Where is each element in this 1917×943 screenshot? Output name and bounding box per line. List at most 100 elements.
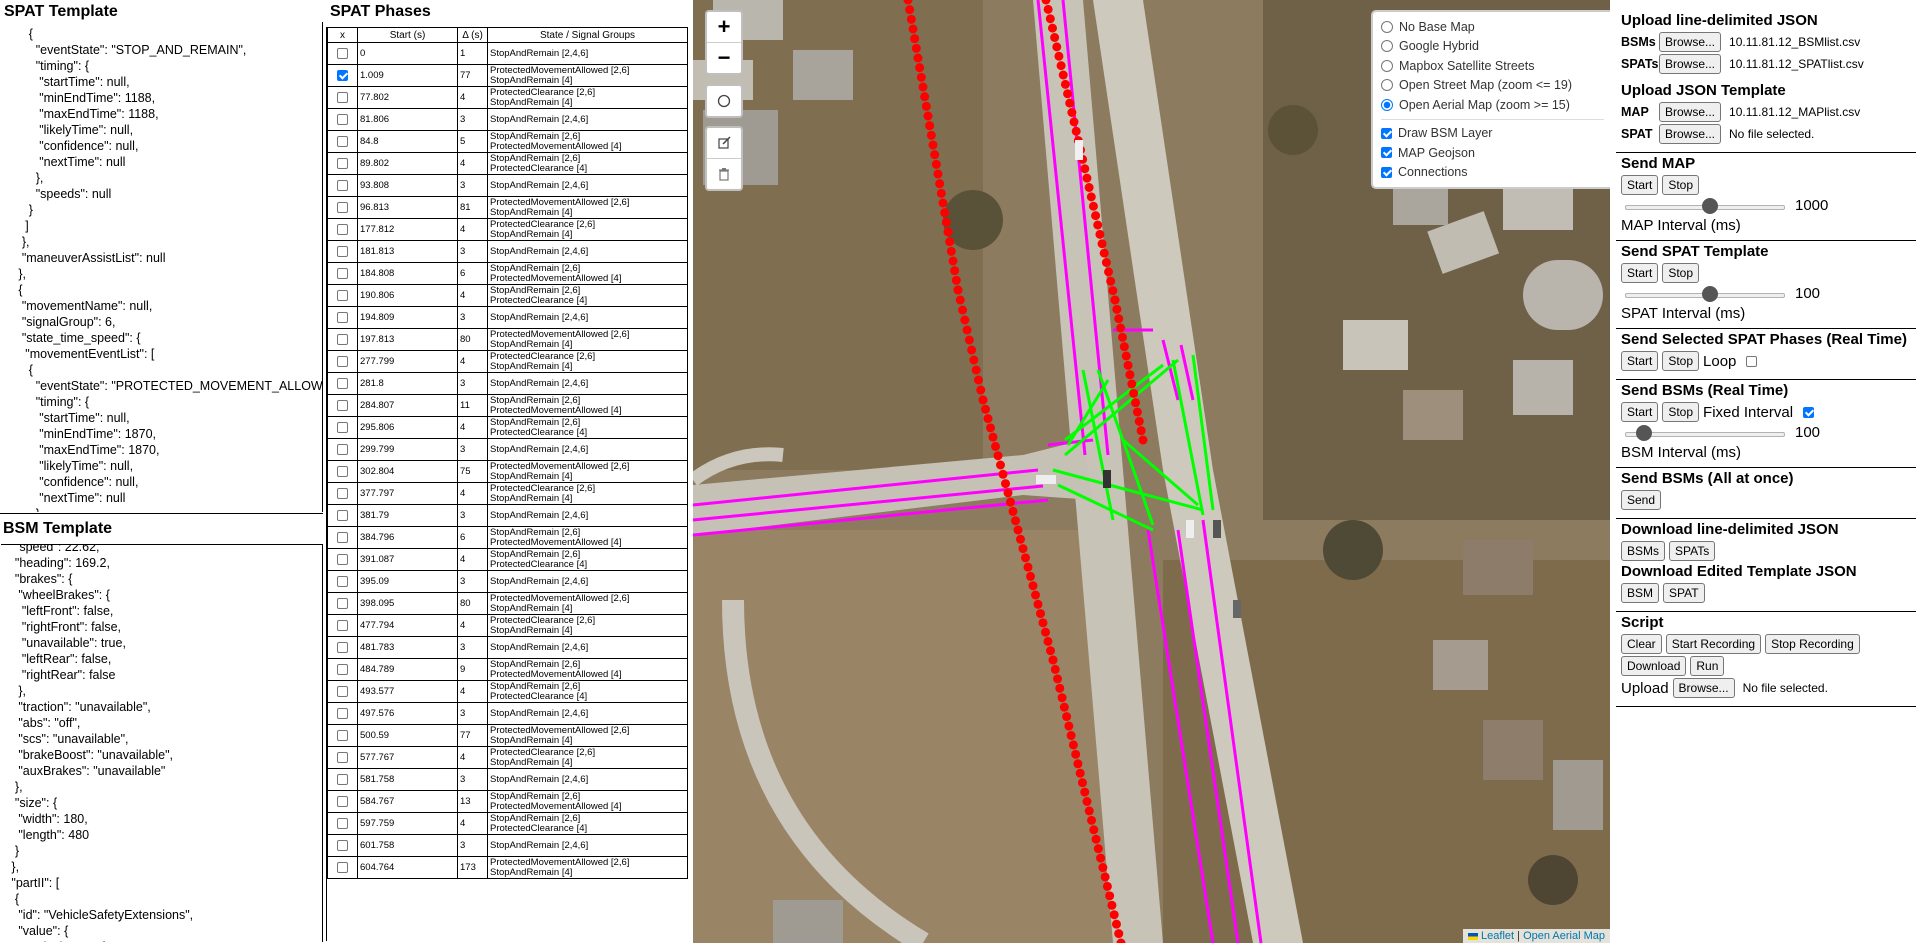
bsm-point[interactable] (1084, 806, 1094, 816)
fixed-interval-checkbox[interactable] (1803, 406, 1815, 418)
table-row[interactable]: 604.764 173 ProtectedMovementAllowed [2,6]… (327, 856, 688, 879)
bsm-point[interactable] (991, 441, 1000, 451)
start-cell[interactable]: 299.799 (357, 438, 458, 461)
delta-cell[interactable]: 80 (457, 328, 488, 351)
delta-cell[interactable]: 3 (457, 306, 488, 329)
bsm-point[interactable] (1088, 201, 1098, 211)
bsm-point[interactable] (953, 285, 963, 295)
bsm-point[interactable] (1021, 553, 1030, 563)
table-row[interactable]: 190.806 4 StopAndRemain [2,6] ProtectedCle… (327, 284, 688, 307)
bsm-point[interactable] (1075, 768, 1085, 778)
start-cell[interactable]: 497.576 (357, 702, 458, 725)
zoom-out-button[interactable]: − (707, 42, 741, 73)
bsm-point[interactable] (940, 208, 950, 218)
spat-interval-slider[interactable] (1625, 285, 1785, 302)
bsm-point[interactable] (998, 469, 1008, 479)
row-select-checkbox[interactable] (337, 399, 348, 411)
script-download-button[interactable]: Download (1621, 656, 1687, 676)
bsm-point[interactable] (1082, 173, 1092, 183)
start-cell[interactable]: 295.806 (357, 416, 458, 439)
delta-cell[interactable]: 3 (457, 174, 488, 197)
row-select-checkbox[interactable] (337, 245, 348, 257)
base-layer-radio[interactable] (1381, 59, 1393, 72)
base-layer-option[interactable]: Mapbox Satellite Streets (1381, 56, 1604, 76)
bsm-point[interactable] (1116, 323, 1126, 333)
base-layer-option[interactable]: Open Street Map (zoom <= 19) (1381, 76, 1604, 96)
overlay-layer-option[interactable]: MAP Geojson (1381, 143, 1604, 163)
bsm-point[interactable] (1050, 33, 1060, 42)
table-row[interactable]: 81.806 3 StopAndRemain [2,4,6] (327, 108, 688, 131)
bsm-point[interactable] (1129, 388, 1139, 398)
bsm-point[interactable] (1123, 360, 1133, 370)
start-cell[interactable]: 604.764 (357, 856, 458, 879)
table-row[interactable]: 377.797 4 ProtectedClearance [2,6] StopAnd… (327, 482, 688, 505)
bsm-point[interactable] (948, 256, 958, 266)
base-layer-radio[interactable] (1381, 79, 1393, 92)
table-row[interactable]: 184.808 6 StopAndRemain [2,6] ProtectedMov… (327, 262, 688, 285)
delta-cell[interactable]: 9 (457, 658, 488, 681)
send-bsms-start-button[interactable]: Start (1621, 402, 1659, 422)
start-cell[interactable]: 481.783 (357, 636, 458, 659)
bsm-point[interactable] (906, 14, 916, 24)
bsm-point[interactable] (955, 295, 965, 305)
stop-recording-button[interactable]: Stop Recording (1765, 634, 1860, 654)
bsm-point[interactable] (1054, 51, 1064, 61)
bsm-point[interactable] (1036, 609, 1045, 619)
bsm-point[interactable] (1105, 891, 1115, 901)
bsm-point[interactable] (969, 355, 979, 365)
bsm-point[interactable] (978, 395, 988, 405)
row-select-checkbox[interactable] (337, 861, 348, 873)
bsm-point[interactable] (1028, 581, 1038, 591)
table-row[interactable]: 597.759 4 StopAndRemain [2,6] ProtectedCle… (327, 812, 688, 835)
row-select-checkbox[interactable] (337, 663, 348, 675)
row-select-checkbox[interactable] (337, 377, 348, 389)
bsm-point[interactable] (986, 423, 995, 433)
delta-cell[interactable]: 13 (457, 790, 488, 813)
bsm-point[interactable] (1041, 627, 1050, 637)
row-select-checkbox[interactable] (337, 179, 348, 191)
start-cell[interactable]: 194.809 (357, 306, 458, 329)
row-select-checkbox[interactable] (337, 619, 348, 631)
delta-cell[interactable]: 5 (457, 130, 488, 153)
bsm-point[interactable] (938, 198, 948, 208)
row-select-checkbox[interactable] (337, 773, 348, 785)
map-browse-button[interactable]: Browse... (1659, 102, 1722, 122)
bsm-point[interactable] (930, 150, 940, 160)
base-layer-option[interactable]: Open Aerial Map (zoom >= 15) (1381, 95, 1604, 115)
row-select-checkbox[interactable] (337, 817, 348, 829)
bsm-point[interactable] (1099, 248, 1109, 258)
delta-cell[interactable]: 3 (457, 438, 488, 461)
table-row[interactable]: 1.009 77 ProtectedMovementAllowed [2,6] St… (327, 64, 688, 87)
overlay-layer-option[interactable]: Connections (1381, 163, 1604, 183)
send-spat-start-button[interactable]: Start (1621, 263, 1659, 283)
row-select-checkbox[interactable] (337, 465, 348, 477)
bsm-point[interactable] (1095, 229, 1105, 239)
delta-cell[interactable]: 3 (457, 702, 488, 725)
delta-cell[interactable]: 6 (457, 526, 488, 549)
bsm-point[interactable] (1050, 664, 1060, 674)
row-select-checkbox[interactable] (337, 289, 348, 301)
download-bsm-template-button[interactable]: BSM (1621, 583, 1660, 603)
delta-cell[interactable]: 3 (457, 768, 488, 791)
bsm-point[interactable] (925, 121, 935, 131)
start-cell[interactable]: 93.808 (357, 174, 458, 197)
bsm-point[interactable] (1056, 61, 1066, 71)
bsm-point[interactable] (935, 179, 945, 189)
bsm-point[interactable] (971, 365, 981, 375)
bsm-point[interactable] (1101, 258, 1111, 267)
bsm-point[interactable] (1132, 407, 1142, 417)
start-cell[interactable]: 477.794 (357, 614, 458, 637)
overlay-layer-checkbox[interactable] (1381, 147, 1392, 159)
bsm-point[interactable] (920, 92, 930, 102)
download-bsms-button[interactable]: BSMs (1621, 541, 1666, 561)
bsms-browse-button[interactable]: Browse... (1659, 32, 1722, 52)
bsm-point[interactable] (1097, 239, 1107, 249)
map-interval-slider[interactable] (1625, 197, 1785, 214)
table-row[interactable]: 381.79 3 StopAndRemain [2,4,6] (327, 504, 688, 527)
spat-browse-button[interactable]: Browse... (1659, 124, 1722, 144)
bsm-point[interactable] (913, 53, 923, 63)
bsm-point[interactable] (1096, 853, 1106, 863)
table-row[interactable]: 89.802 4 StopAndRemain [2,6] ProtectedClea… (327, 152, 688, 175)
bsm-point[interactable] (1064, 721, 1074, 731)
bsm-point[interactable] (921, 101, 931, 111)
